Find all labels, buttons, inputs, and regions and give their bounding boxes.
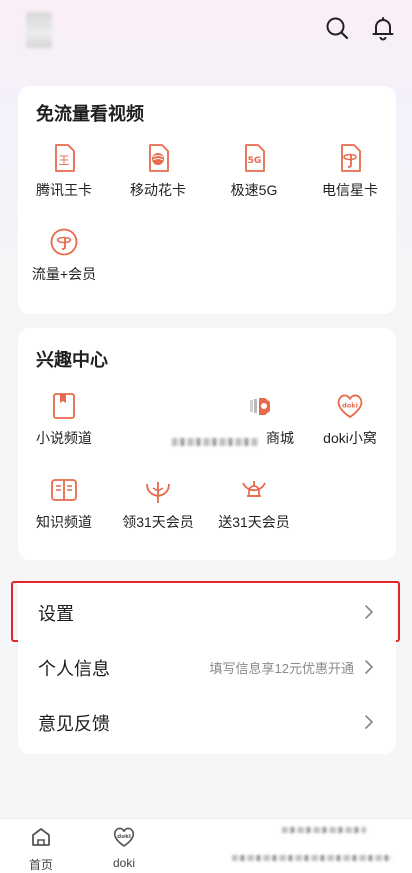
svg-text:doki: doki [342, 402, 358, 410]
wang-card-icon: 王 [55, 144, 75, 172]
profile-label: 个人信息 [38, 659, 110, 679]
grid-item-label: 腾讯王卡 [36, 182, 92, 198]
chevron-right-icon [365, 660, 373, 674]
novel-icon [53, 393, 75, 419]
grid-item-data-plus-vip[interactable]: 流量+会员 [18, 226, 110, 284]
grid-item-mobile-flower-card[interactable]: 移动花卡 [112, 142, 204, 200]
redacted-text [172, 438, 258, 446]
grid-item-wang-card[interactable]: 王 腾讯王卡 [18, 142, 110, 200]
grid-item-label: 移动花卡 [130, 182, 186, 198]
top-bar [0, 0, 412, 72]
chevron-right-icon [365, 715, 373, 729]
nav-home-label: 首页 [28, 858, 53, 872]
grid-item-label: 极速5G [230, 182, 278, 198]
svg-text:王: 王 [59, 154, 70, 167]
grid-item-label: 电信星卡 [322, 182, 378, 198]
bell-icon[interactable] [370, 15, 396, 41]
nav-doki[interactable]: doki doki [99, 825, 149, 870]
grid-item-get-31-day-vip[interactable]: 领31天会员 [112, 474, 204, 532]
profile-hint: 填写信息享12元优惠开通 [209, 661, 354, 676]
grid-item-label: 流量+会员 [31, 266, 97, 282]
interest-center-card: 兴趣中心 小说频道 商城 doki doki小窝 知识频道 领31天会员 送31… [18, 328, 396, 560]
free-video-title: 免流量看视频 [36, 104, 144, 124]
nav-doki-label: doki [112, 856, 135, 870]
grid-item-label: 领31天会员 [122, 514, 194, 530]
grid-item-knowledge[interactable]: 知识频道 [18, 474, 110, 532]
knowledge-book-icon [51, 479, 77, 501]
doki-heart-icon: doki [337, 394, 363, 418]
interest-center-title: 兴趣中心 [36, 350, 108, 370]
bell-gift-icon [242, 481, 266, 497]
grid-item-5g-card[interactable]: 5G 极速5G [208, 142, 300, 200]
feedback-label: 意见反馈 [38, 714, 110, 734]
doki-heart-icon: doki [113, 827, 135, 847]
grid-item-label: 小说频道 [36, 430, 92, 446]
svg-text:doki: doki [117, 834, 131, 840]
avatar[interactable] [26, 12, 52, 48]
free-video-card: 免流量看视频 王 腾讯王卡 移动花卡 5G 极速5G 电信星卡 流量+会员 [18, 86, 396, 314]
search-icon[interactable] [324, 15, 350, 41]
mobile-flower-card-icon [149, 144, 169, 172]
svg-text:5G: 5G [248, 156, 262, 166]
grid-item-label: 知识频道 [36, 514, 92, 530]
feedback-row[interactable]: 意见反馈 [18, 692, 396, 754]
profile-row[interactable]: 个人信息 填写信息享12元优惠开通 [18, 637, 396, 697]
home-icon [32, 828, 50, 846]
redacted-nav-item [282, 827, 366, 833]
grid-item-label: doki小窝 [323, 430, 377, 446]
mall-icon [250, 398, 270, 415]
5g-card-icon: 5G [245, 144, 265, 172]
bottom-nav: 首页 doki doki [0, 818, 412, 873]
grid-item-label: 送31天会员 [218, 514, 290, 530]
data-plus-vip-icon [50, 228, 78, 256]
grid-item-telecom-star-card[interactable]: 电信星卡 [304, 142, 396, 200]
settings-highlight-box [11, 581, 400, 642]
redacted-nav-labels [232, 855, 392, 861]
grid-item-novel[interactable]: 小说频道 [18, 390, 110, 448]
nav-home[interactable]: 首页 [16, 825, 66, 873]
grid-item-send-31-day-vip[interactable]: 送31天会员 [208, 474, 300, 532]
gift-vip-icon [146, 482, 170, 503]
grid-item-doki-nest[interactable]: doki doki小窝 [304, 390, 396, 448]
telecom-star-card-icon [341, 144, 361, 172]
